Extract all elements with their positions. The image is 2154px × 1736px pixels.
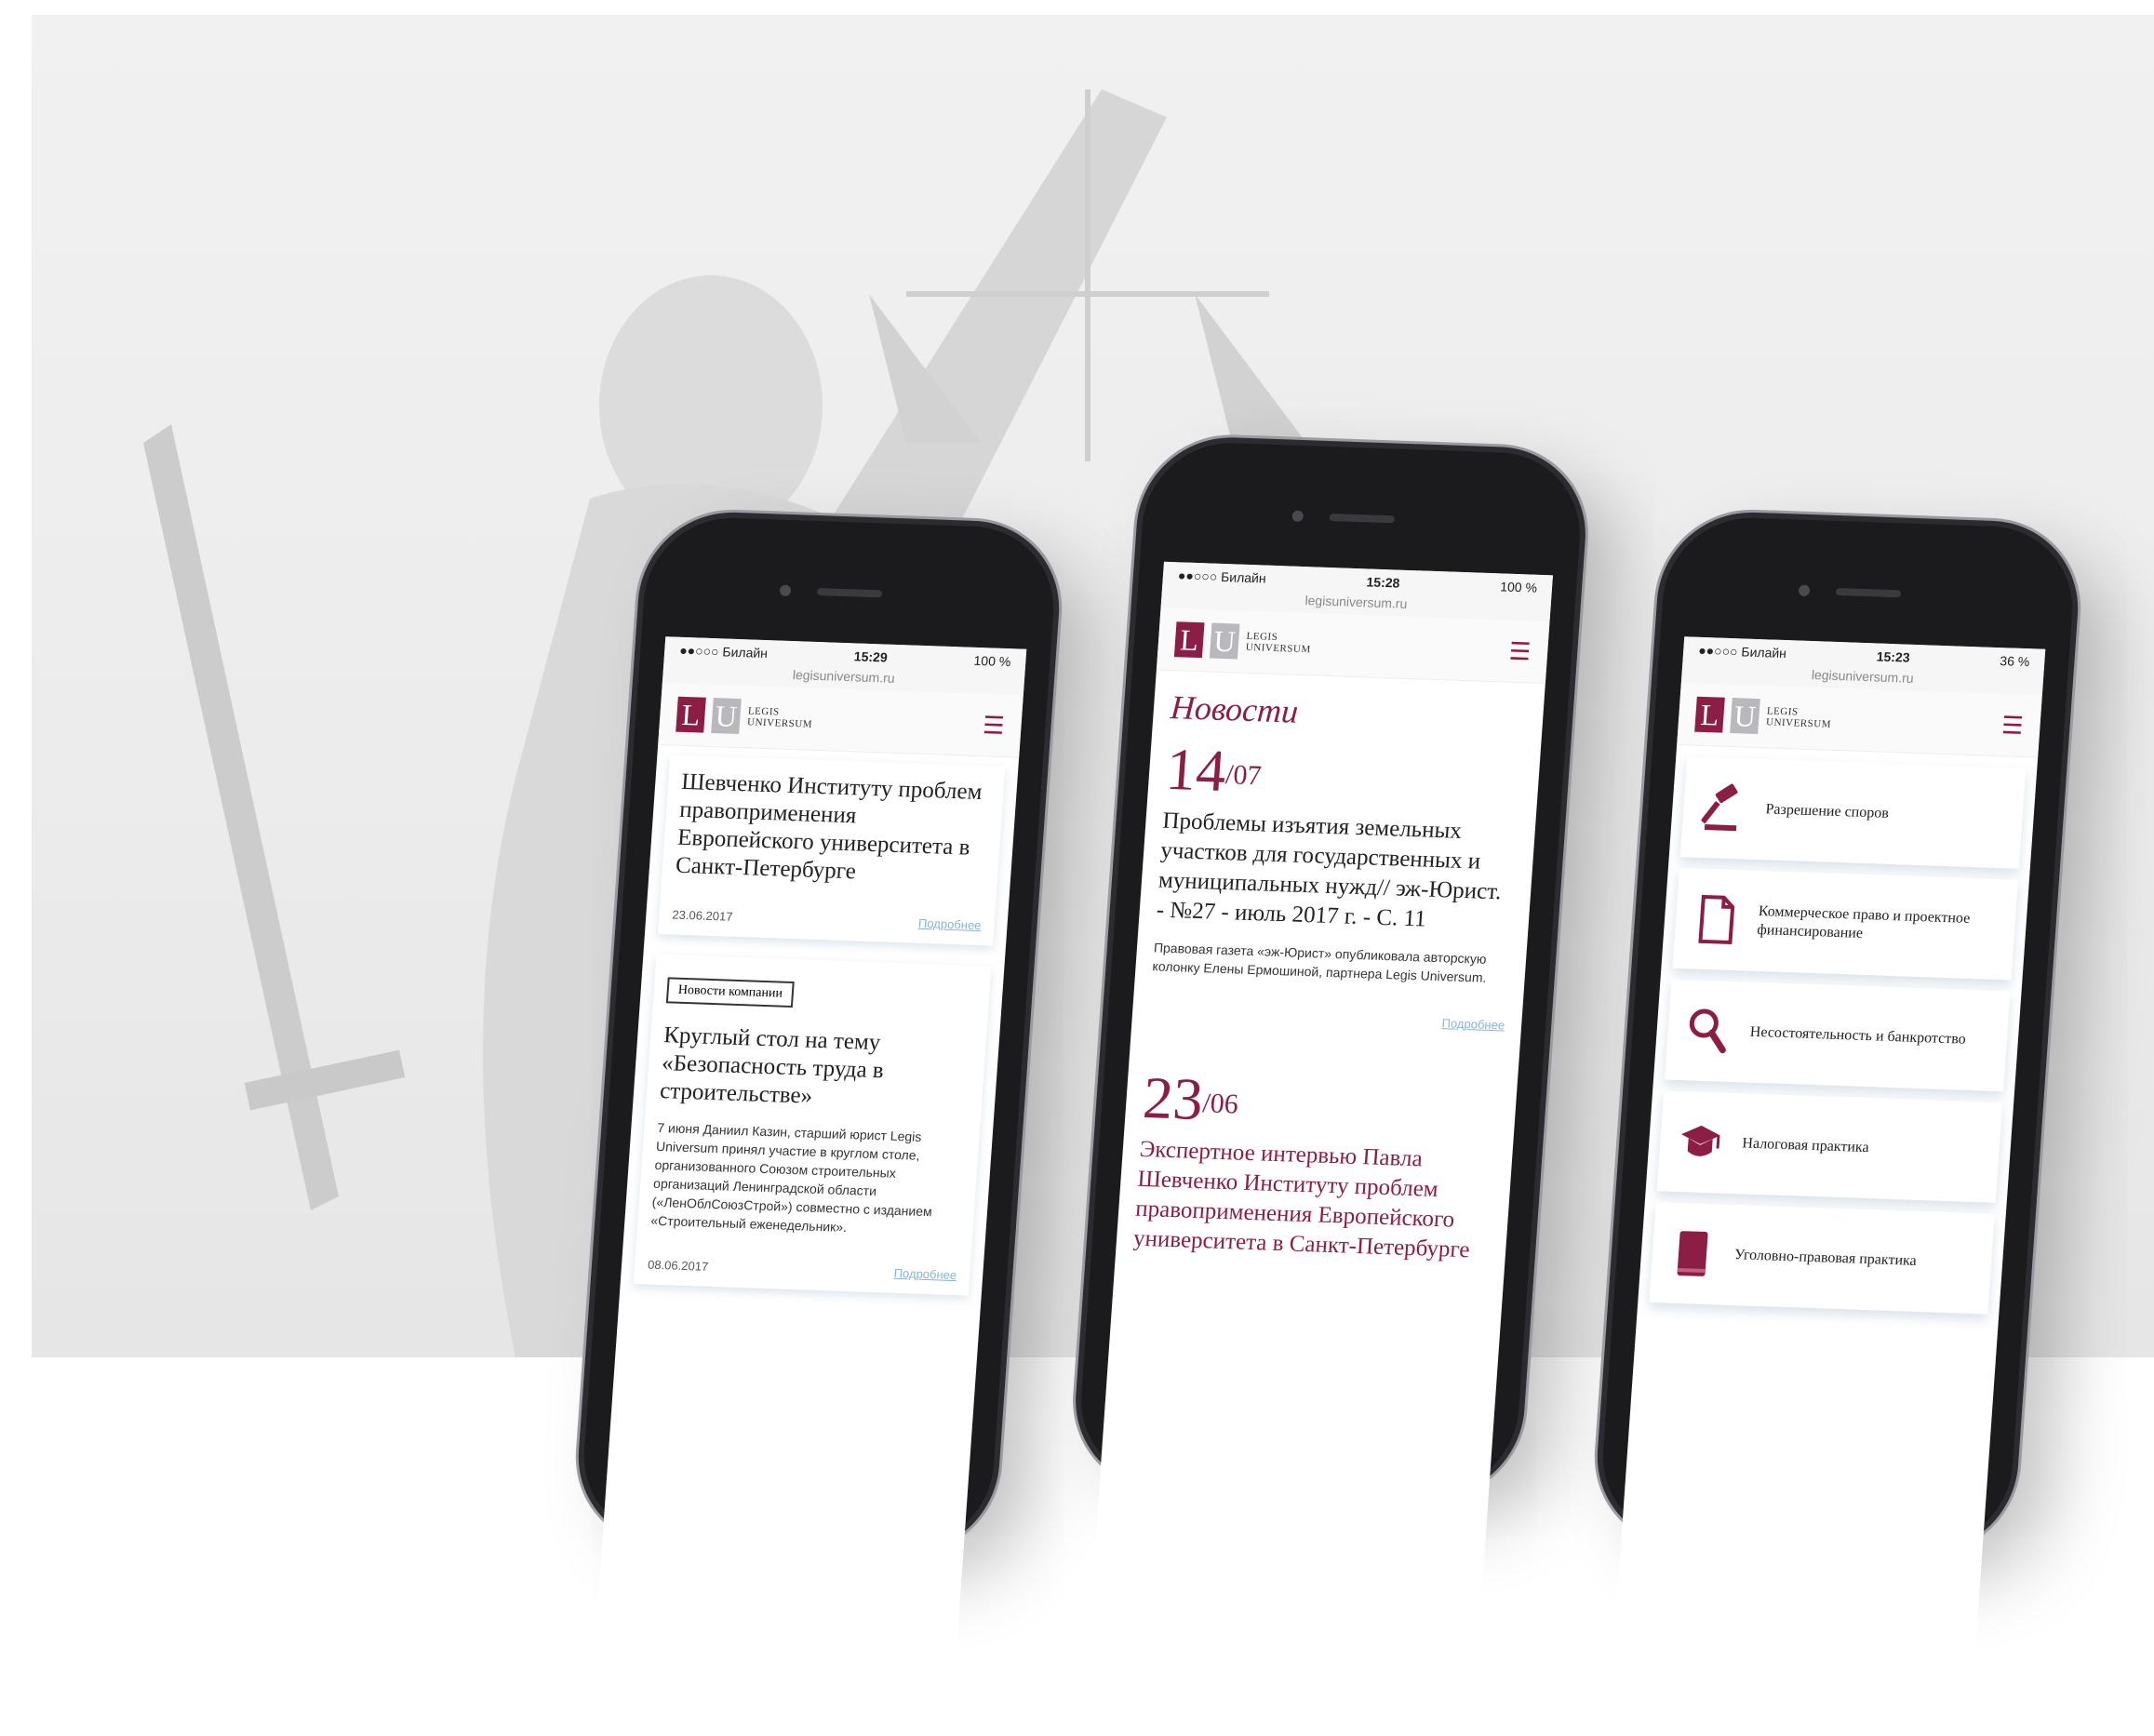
news-card[interactable]: Новости компании Круглый стол на тему «Б… xyxy=(633,954,992,1296)
battery-label: 36 % xyxy=(1999,653,2030,670)
news-date-month: 06 xyxy=(1209,1088,1239,1120)
phone-center-screen: ●●○○○ Билайн 15:28 100 % legisuniversum.… xyxy=(1086,561,1553,1680)
clock: 15:28 xyxy=(1366,574,1400,591)
menu-icon[interactable]: ☰ xyxy=(2000,711,2024,740)
logo-letter-l: L xyxy=(1173,621,1205,659)
logo-letter-u: U xyxy=(1209,622,1240,660)
logo[interactable]: L U LEGIS UNIVERSUM xyxy=(1694,696,1833,737)
logo-letter-l: L xyxy=(676,696,706,733)
news-card[interactable]: Шевченко Институту проблем правоприменен… xyxy=(657,754,1006,946)
battery-label: 100 % xyxy=(973,652,1011,670)
logo[interactable]: L U LEGIS UNIVERSUM xyxy=(1173,621,1313,661)
practice-item-commercial[interactable]: Коммерческое право и проектное финансиро… xyxy=(1672,868,2018,981)
carrier-label: ●●○○○ Билайн xyxy=(1177,568,1267,586)
practice-label: Разрешение споров xyxy=(1764,801,1890,821)
news-card-date: 23.06.2017 xyxy=(671,907,734,924)
practice-item-tax[interactable]: Налоговая практика xyxy=(1656,1090,2003,1203)
more-link[interactable]: Подробнее xyxy=(893,1266,957,1282)
more-row: Подробнее xyxy=(1130,981,1524,1072)
menu-icon[interactable]: ☰ xyxy=(1508,637,1532,666)
practice-item-criminal[interactable]: Уголовно-правовая практика xyxy=(1649,1202,1995,1315)
phone-right: ●●○○○ Билайн 15:23 36 % legisuniversum.r… xyxy=(1597,514,2079,1735)
practice-label: Налоговая практика xyxy=(1741,1135,1870,1156)
earpiece-speaker xyxy=(1835,587,1902,598)
front-camera xyxy=(1798,584,1811,596)
logo-wordmark-line2: UNIVERSUM xyxy=(746,716,813,730)
category-tag[interactable]: Новости компании xyxy=(665,977,795,1008)
news-date: 23/06 xyxy=(1141,1064,1239,1133)
logo-wordmark: LEGIS UNIVERSUM xyxy=(747,705,814,729)
magnifier-icon xyxy=(1689,1008,1726,1054)
battery-label: 100 % xyxy=(1499,579,1538,595)
news-date-day: 14 xyxy=(1163,735,1228,804)
practice-label: Коммерческое право и проектное финансиро… xyxy=(1756,903,1971,941)
logo-wordmark-line2: UNIVERSUM xyxy=(1765,716,1832,730)
earpiece-speaker xyxy=(816,587,883,598)
logo-letter-u: U xyxy=(1730,698,1760,735)
news-date: 14/07 xyxy=(1163,735,1263,804)
app-header: L U LEGIS UNIVERSUM ☰ xyxy=(658,683,1023,758)
front-camera xyxy=(1291,510,1304,522)
news-card-date: 08.06.2017 xyxy=(647,1257,709,1274)
practice-item-disputes[interactable]: Разрешение споров xyxy=(1679,756,2027,869)
news-date-day: 23 xyxy=(1141,1064,1206,1133)
news-card-lead: 7 июня Даниил Казин, старший юрист Legis… xyxy=(649,1119,933,1235)
news-card-meta: 08.06.2017 Подробнее xyxy=(648,1258,957,1283)
graduation-cap-icon xyxy=(1680,1125,1720,1156)
logo-wordmark: LEGIS UNIVERSUM xyxy=(1766,705,1833,729)
practice-label: Уголовно-правовая практика xyxy=(1733,1247,1918,1269)
earpiece-speaker xyxy=(1329,513,1396,524)
news-card-title: Круглый стол на тему «Безопасность труда… xyxy=(659,1022,885,1109)
news-title[interactable]: Проблемы изъятия земельных участков для … xyxy=(1138,798,1536,945)
logo-wordmark: LEGIS UNIVERSUM xyxy=(1245,631,1312,655)
clock: 15:29 xyxy=(853,648,889,665)
menu-icon[interactable]: ☰ xyxy=(982,711,1005,740)
logo-wordmark-line2: UNIVERSUM xyxy=(1245,641,1312,656)
phone-right-screen: ●●○○○ Билайн 15:23 36 % legisuniversum.r… xyxy=(1608,636,2046,1735)
gavel-icon xyxy=(1700,783,1738,832)
phone-left: ●●○○○ Билайн 15:29 100 % legisuniversum.… xyxy=(578,514,1060,1735)
practice-label: Несостоятельность и банкротство xyxy=(1749,1023,1967,1048)
carrier-label: ●●○○○ Билайн xyxy=(678,642,769,661)
document-icon xyxy=(1698,894,1735,945)
news-title[interactable]: Экспертное интервью Павла Шевченко Инсти… xyxy=(1115,1127,1513,1274)
more-link[interactable]: Подробнее xyxy=(918,916,982,932)
clock: 15:23 xyxy=(1876,648,1911,665)
app-header: L U LEGIS UNIVERSUM ☰ xyxy=(1677,683,2042,758)
practice-item-bankruptcy[interactable]: Несостоятельность и банкротство xyxy=(1665,979,2011,1092)
news-card-title: Шевченко Институту проблем правоприменен… xyxy=(675,768,983,885)
phone-left-screen: ●●○○○ Билайн 15:29 100 % legisuniversum.… xyxy=(589,636,1027,1735)
logo-letter-l: L xyxy=(1694,696,1725,733)
news-date-month: 07 xyxy=(1232,759,1263,792)
logo-letter-u: U xyxy=(711,698,742,735)
book-icon xyxy=(1677,1231,1708,1276)
news-card-meta: 23.06.2017 Подробнее xyxy=(672,908,982,933)
carrier-label: ●●○○○ Билайн xyxy=(1697,642,1787,661)
more-link[interactable]: Подробнее xyxy=(1441,1016,1505,1032)
front-camera xyxy=(779,584,792,596)
phone-center: ●●○○○ Билайн 15:28 100 % legisuniversum.… xyxy=(1075,440,1586,1680)
logo[interactable]: L U LEGIS UNIVERSUM xyxy=(676,696,814,737)
